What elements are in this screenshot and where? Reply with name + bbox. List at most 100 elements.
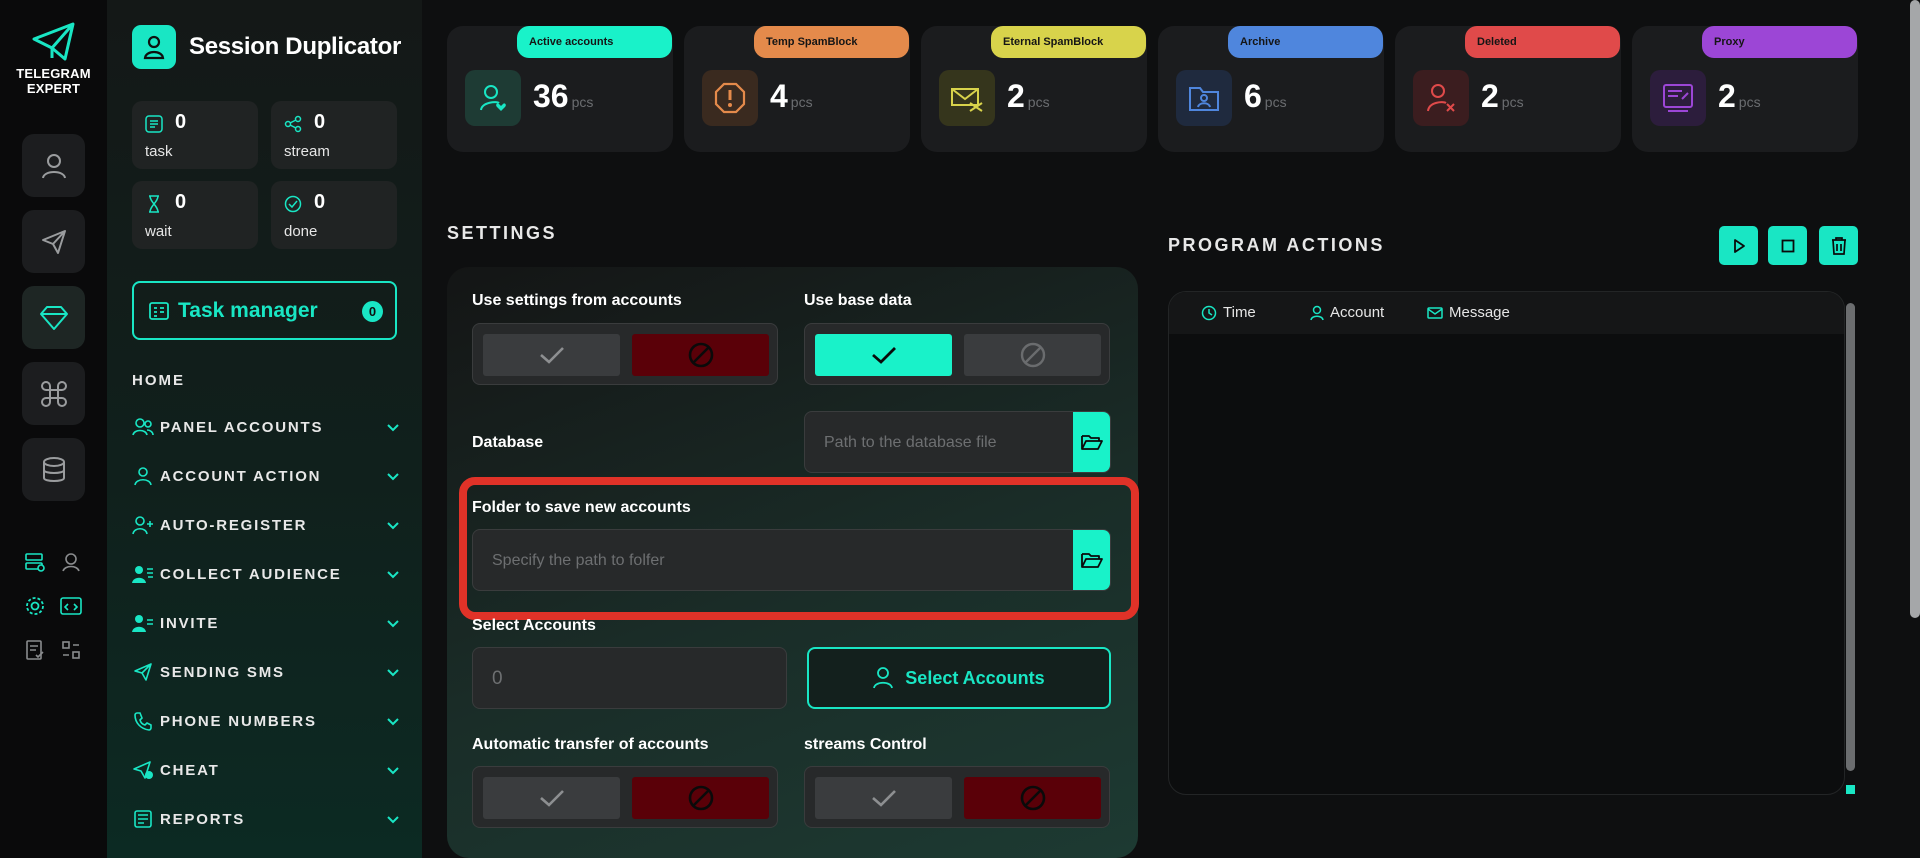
card-archive[interactable]: Archive 6 pcs: [1158, 26, 1384, 152]
use-settings-toggle: [472, 323, 778, 385]
resize-handle[interactable]: [1846, 785, 1855, 794]
block-icon: [1020, 785, 1045, 811]
card-temp-spamblock[interactable]: Temp SpamBlock 4 pcs: [684, 26, 910, 152]
settings-title: SETTINGS: [447, 223, 558, 243]
database-path-input[interactable]: Path to the database file: [804, 411, 1111, 473]
streams-yes-button[interactable]: [815, 777, 952, 819]
rail-send-button[interactable]: [22, 210, 85, 273]
gear-icon[interactable]: [23, 594, 47, 618]
nav-invite[interactable]: INVITE: [132, 611, 402, 635]
database-icon: [42, 456, 65, 482]
folder-open-icon: [1080, 435, 1103, 450]
user-icon: [1310, 305, 1324, 320]
program-actions-title: PROGRAM ACTIONS: [1168, 235, 1385, 255]
user-location-icon[interactable]: [59, 550, 83, 574]
auto-transfer-label: Automatic transfer of accounts: [472, 736, 709, 753]
streams-no-button[interactable]: [964, 777, 1101, 819]
nav-cheat[interactable]: CHEAT: [132, 758, 402, 782]
rail-accounts-button[interactable]: [22, 134, 85, 197]
nav-label: PANEL ACCOUNTS: [160, 418, 324, 436]
nav-home[interactable]: HOME: [132, 372, 185, 389]
chevron-down-icon: [387, 571, 399, 579]
page-scrollbar[interactable]: [1910, 0, 1920, 618]
card-tag: Deleted: [1465, 26, 1620, 58]
log-col-account[interactable]: Account: [1310, 304, 1384, 321]
database-browse-button[interactable]: [1073, 412, 1110, 472]
stat-done-value: 0: [314, 191, 326, 213]
nav-label: COLLECT AUDIENCE: [160, 565, 342, 583]
log-col-message[interactable]: Message: [1427, 304, 1510, 321]
nav-account-action[interactable]: ACCOUNT ACTION: [132, 464, 402, 488]
log-col-time[interactable]: Time: [1201, 304, 1256, 321]
use-settings-label: Use settings from accounts: [472, 292, 682, 309]
nav-reports[interactable]: REPORTS: [132, 807, 402, 831]
card-value: 2 pcs: [1007, 78, 1050, 114]
chevron-down-icon: [387, 816, 399, 824]
rail-command-button[interactable]: [22, 362, 85, 425]
auto-transfer-no-button[interactable]: [632, 777, 769, 819]
use-base-no-button[interactable]: [964, 334, 1101, 376]
stat-task: 0 task: [132, 101, 258, 169]
use-settings-yes-button[interactable]: [483, 334, 620, 376]
user-icon: [132, 465, 154, 487]
card-tag: Proxy: [1702, 26, 1857, 58]
share-nodes-icon: [284, 115, 302, 133]
phone-icon: [132, 710, 154, 732]
nav-collect-audience[interactable]: COLLECT AUDIENCE: [132, 562, 402, 586]
program-actions-log[interactable]: Time Account Message: [1168, 291, 1845, 795]
brand[interactable]: TELEGRAM EXPERT: [0, 22, 107, 96]
side-panel: Session Duplicator 0 task 0 stream 0 wai…: [107, 0, 422, 858]
mail-blocked-icon: [939, 70, 995, 126]
card-value: 2 pcs: [1718, 78, 1761, 114]
nav-panel-accounts[interactable]: PANEL ACCOUNTS: [132, 415, 402, 439]
clear-button[interactable]: [1819, 226, 1858, 265]
use-base-yes-button[interactable]: [815, 334, 952, 376]
code-window-icon[interactable]: [59, 594, 83, 618]
card-deleted[interactable]: Deleted 2 pcs: [1395, 26, 1621, 152]
send-icon: [132, 661, 154, 683]
nav-sending-sms[interactable]: SENDING SMS: [132, 660, 402, 684]
log-scrollbar[interactable]: [1846, 303, 1855, 771]
card-tag: Eternal SpamBlock: [991, 26, 1146, 58]
checklist-icon[interactable]: [23, 638, 47, 662]
brand-name: TELEGRAM EXPERT: [16, 66, 91, 96]
task-list-icon: [145, 115, 163, 133]
rail-database-button[interactable]: [22, 438, 85, 501]
command-icon: [40, 380, 67, 407]
card-tag: Temp SpamBlock: [754, 26, 909, 58]
stop-button[interactable]: [1768, 226, 1807, 265]
select-accounts-button[interactable]: Select Accounts: [807, 647, 1111, 709]
app-user-icon: [132, 25, 176, 69]
nav-auto-register[interactable]: AUTO-REGISTER: [132, 513, 402, 537]
hourglass-icon: [149, 195, 159, 213]
mail-icon: [1427, 306, 1443, 319]
user-add-icon: [132, 514, 154, 536]
swap-icon[interactable]: [59, 638, 83, 662]
nav-label: INVITE: [160, 614, 220, 632]
nav-label: CHEAT: [160, 761, 220, 779]
card-eternal-spamblock[interactable]: Eternal SpamBlock 2 pcs: [921, 26, 1147, 152]
rail-diamond-button[interactable]: [22, 286, 85, 349]
task-manager-button[interactable]: Task manager 0: [132, 281, 397, 340]
auto-transfer-yes-button[interactable]: [483, 777, 620, 819]
card-active-accounts[interactable]: Active accounts 36 pcs: [447, 26, 673, 152]
use-settings-no-button[interactable]: [632, 334, 769, 376]
select-accounts-count-input[interactable]: 0: [472, 647, 787, 709]
nav-label: ACCOUNT ACTION: [160, 467, 322, 485]
stat-wait-value: 0: [175, 191, 187, 213]
use-base-label: Use base data: [804, 292, 912, 309]
play-button[interactable]: [1719, 226, 1758, 265]
proxy-server-icon: [1650, 70, 1706, 126]
card-proxy[interactable]: Proxy 2 pcs: [1632, 26, 1858, 152]
stop-icon: [1781, 239, 1794, 252]
nav-phone-numbers[interactable]: PHONE NUMBERS: [132, 709, 402, 733]
user-remove-icon: [1413, 70, 1469, 126]
paper-plane-logo-icon: [32, 22, 74, 61]
select-accounts-button-label: Select Accounts: [905, 667, 1045, 688]
user-icon: [873, 667, 894, 689]
app-header: Session Duplicator: [132, 25, 401, 69]
server-settings-icon[interactable]: [23, 550, 47, 574]
users-icon: [132, 416, 154, 438]
card-tag: Active accounts: [517, 26, 672, 58]
stat-done-label: done: [284, 223, 318, 240]
